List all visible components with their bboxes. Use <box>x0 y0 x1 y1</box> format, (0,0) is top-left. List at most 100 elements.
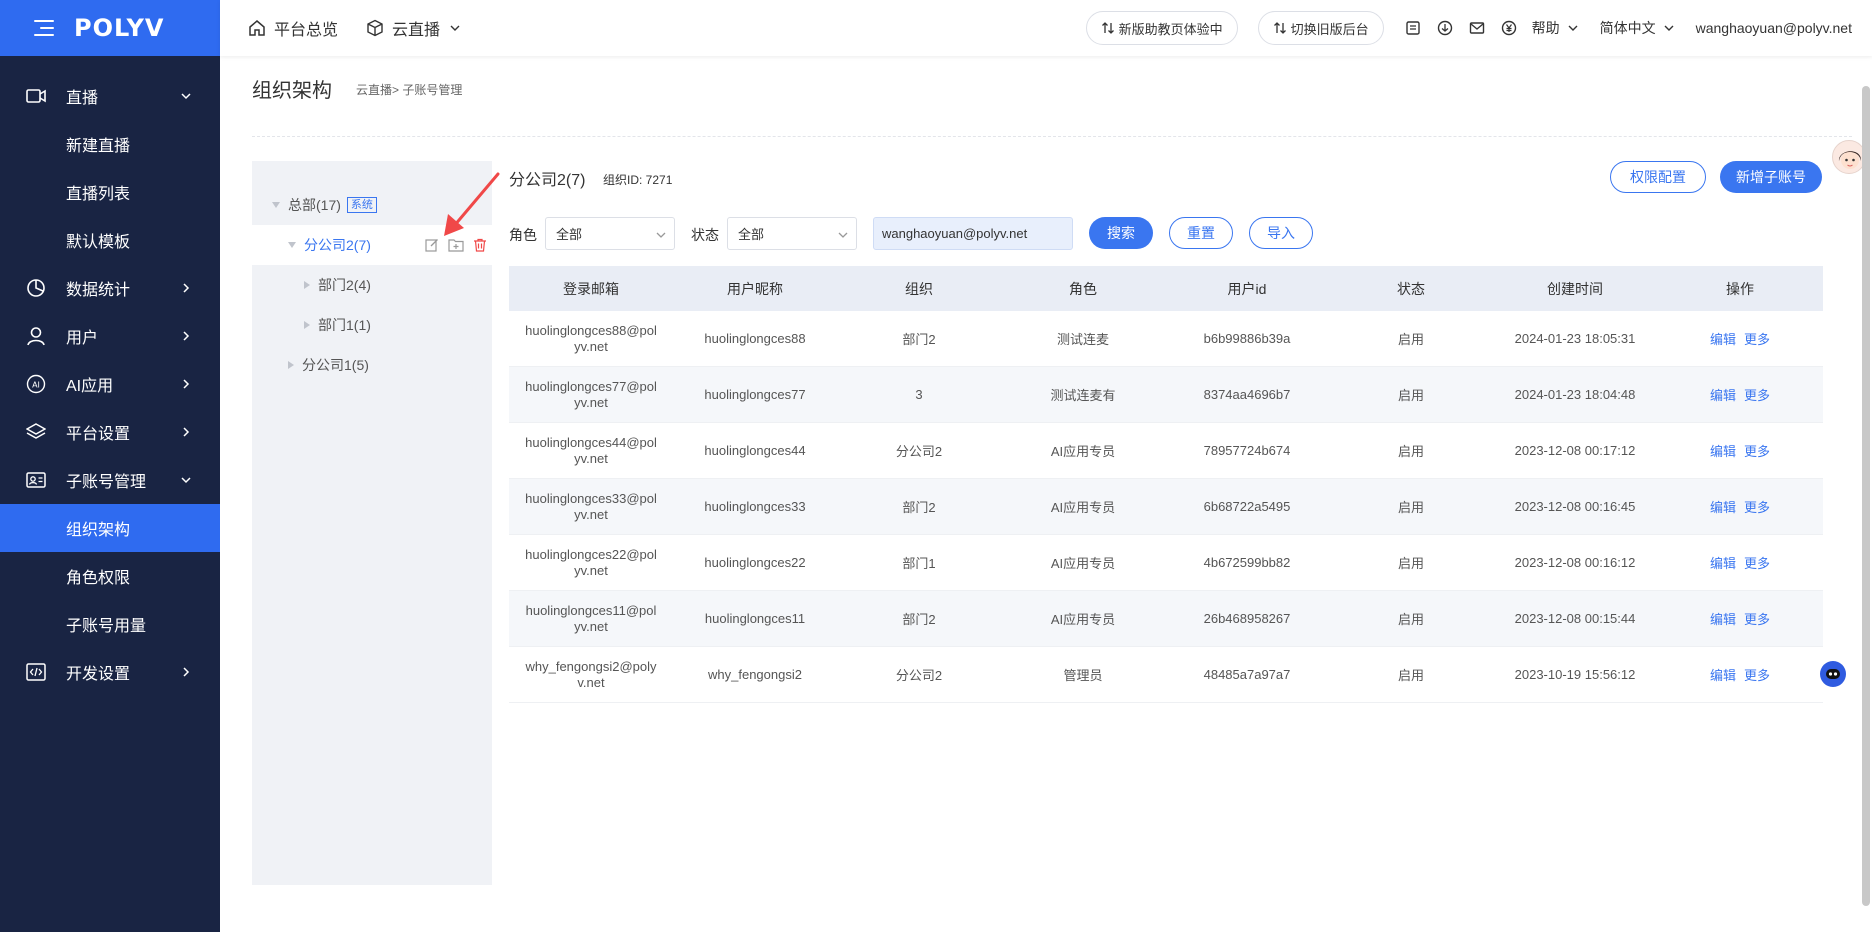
edit-link[interactable]: 编辑 <box>1710 612 1736 627</box>
page-scrollbar[interactable] <box>1862 56 1870 932</box>
sidebar-item-live[interactable]: 直播 <box>0 72 220 120</box>
switch-old-button[interactable]: 切换旧版后台 <box>1257 11 1384 45</box>
delete-icon[interactable] <box>472 237 488 253</box>
edit-link[interactable]: 编辑 <box>1710 556 1736 571</box>
cell-user-id: 8374aa4696b7 <box>1203 387 1291 402</box>
sidebar-item-ai[interactable]: AI AI应用 <box>0 360 220 408</box>
sidebar-item-role-permissions[interactable]: 角色权限 <box>0 552 220 600</box>
yuan-icon[interactable] <box>1500 19 1518 37</box>
cell-email: huolinglongces33@pol yv.net <box>509 491 673 523</box>
reset-button[interactable]: 重置 <box>1169 217 1233 249</box>
sidebar-item-live-list[interactable]: 直播列表 <box>0 168 220 216</box>
cell-user-id: 4b672599bb82 <box>1203 555 1291 570</box>
edit-link[interactable]: 编辑 <box>1710 444 1736 459</box>
cell-role: 管理员 <box>1063 668 1103 683</box>
sidebar-item-users[interactable]: 用户 <box>0 312 220 360</box>
permission-config-button[interactable]: 权限配置 <box>1610 161 1706 193</box>
svg-text:AI: AI <box>32 381 40 390</box>
status-select[interactable]: 全部 <box>727 217 857 250</box>
edit-link[interactable]: 编辑 <box>1710 388 1736 403</box>
more-link[interactable]: 更多 <box>1744 332 1770 347</box>
cell-nickname: huolinglongces44 <box>704 443 806 458</box>
tree-node-dept2[interactable]: 部门2(4) <box>252 265 492 305</box>
id-card-icon <box>26 470 46 490</box>
assistant-avatar[interactable] <box>1832 140 1866 174</box>
system-tag: 系统 <box>346 197 377 213</box>
column-header: 登录邮箱 <box>563 280 619 297</box>
search-button[interactable]: 搜索 <box>1089 217 1153 249</box>
cell-role: 测试连麦有 <box>1050 388 1116 403</box>
add-subaccount-button[interactable]: 新增子账号 <box>1720 161 1822 193</box>
header-divider <box>252 136 1852 137</box>
cell-created-time: 2023-12-08 00:16:12 <box>1514 555 1636 570</box>
more-link[interactable]: 更多 <box>1744 668 1770 683</box>
cell-org: 分公司2 <box>895 668 943 683</box>
search-input[interactable]: wanghaoyuan@polyv.net <box>873 217 1073 250</box>
org-id: 组织ID: 7271 <box>603 173 673 187</box>
caret-right-icon <box>288 361 294 369</box>
mail-icon[interactable] <box>1468 19 1486 37</box>
cell-user-id: 78957724b674 <box>1203 443 1291 458</box>
sidebar-item-dev-settings[interactable]: 开发设置 <box>0 648 220 696</box>
download-icon[interactable] <box>1436 19 1454 37</box>
user-account-menu[interactable]: wanghaoyuan@polyv.net <box>1696 20 1852 36</box>
cell-email-line2: yv.net <box>574 394 608 410</box>
cell-role: 测试连麦 <box>1056 332 1109 347</box>
chevron-right-icon <box>183 427 190 437</box>
tree-node-dept1[interactable]: 部门1(1) <box>252 305 492 345</box>
sidebar-item-subaccount[interactable]: 子账号管理 <box>0 456 220 504</box>
cell-nickname: huolinglongces88 <box>704 331 806 346</box>
edit-link[interactable]: 编辑 <box>1710 500 1736 515</box>
sidebar-item-stats[interactable]: 数据统计 <box>0 264 220 312</box>
cell-email-line1: huolinglongces44@pol <box>525 434 657 450</box>
sidebar-item-default-template[interactable]: 默认模板 <box>0 216 220 264</box>
nav-cloud-live[interactable]: 云直播 <box>366 16 460 40</box>
language-dropdown[interactable]: 简体中文 <box>1600 18 1674 38</box>
cell-email-line2: yv.net <box>574 562 608 578</box>
sidebar-item-label: 子账号管理 <box>66 474 147 491</box>
chatbot-icon[interactable] <box>1820 661 1846 687</box>
nav-home[interactable]: 平台总览 <box>248 16 338 40</box>
more-link[interactable]: 更多 <box>1744 612 1770 627</box>
menu-toggle-icon[interactable] <box>34 20 54 36</box>
cell-actions: 编辑 更多 <box>1657 497 1823 516</box>
sidebar-item-org-structure[interactable]: 组织架构 <box>0 504 220 552</box>
document-icon[interactable] <box>1404 19 1422 37</box>
scrollbar-thumb[interactable] <box>1862 86 1870 906</box>
more-link[interactable]: 更多 <box>1744 556 1770 571</box>
edit-icon[interactable] <box>424 237 440 253</box>
cell-email-line2: yv.net <box>574 506 608 522</box>
column-header: 用户昵称 <box>727 280 783 297</box>
more-link[interactable]: 更多 <box>1744 500 1770 515</box>
tree-node-label: 分公司2(7) <box>304 237 371 253</box>
table-header: 登录邮箱 用户昵称 组织 角色 用户id 状态 创建时间 操作 <box>509 266 1823 311</box>
more-link[interactable]: 更多 <box>1744 388 1770 403</box>
new-version-button[interactable]: 新版助教页体验中 <box>1085 11 1238 45</box>
help-dropdown[interactable]: 帮助 <box>1532 18 1578 38</box>
edit-link[interactable]: 编辑 <box>1710 332 1736 347</box>
cell-nickname: huolinglongces11 <box>704 611 806 626</box>
sidebar-menu: 直播 新建直播 直播列表 默认模板 数据统计 用户 AI AI应用 平台设置 子… <box>0 72 220 696</box>
cell-user-id: 26b468958267 <box>1203 611 1291 626</box>
chevron-down-icon <box>181 477 191 484</box>
sidebar-item-new-live[interactable]: 新建直播 <box>0 120 220 168</box>
column-header: 组织 <box>905 280 933 297</box>
add-folder-icon[interactable] <box>448 237 464 253</box>
more-link[interactable]: 更多 <box>1744 444 1770 459</box>
chevron-down-icon <box>181 93 191 100</box>
import-button[interactable]: 导入 <box>1249 217 1313 249</box>
cell-email: huolinglongces44@pol yv.net <box>509 435 673 467</box>
pie-chart-icon <box>26 278 46 298</box>
sidebar-item-label: 用户 <box>66 330 99 347</box>
cell-status: 启用 <box>1397 332 1424 347</box>
edit-link[interactable]: 编辑 <box>1710 668 1736 683</box>
sidebar-item-subaccount-usage[interactable]: 子账号用量 <box>0 600 220 648</box>
cell-email-line1: huolinglongces22@pol <box>525 546 657 562</box>
cell-created-time: 2023-12-08 00:15:44 <box>1514 611 1636 626</box>
new-version-label: 新版助教页体验中 <box>1118 21 1223 37</box>
role-select[interactable]: 全部 <box>545 217 675 250</box>
tree-node-branch1[interactable]: 分公司1(5) <box>252 345 492 385</box>
cell-org: 部门1 <box>902 556 936 571</box>
sidebar-item-platform-settings[interactable]: 平台设置 <box>0 408 220 456</box>
cell-email: huolinglongces11@pol yv.net <box>509 603 673 635</box>
